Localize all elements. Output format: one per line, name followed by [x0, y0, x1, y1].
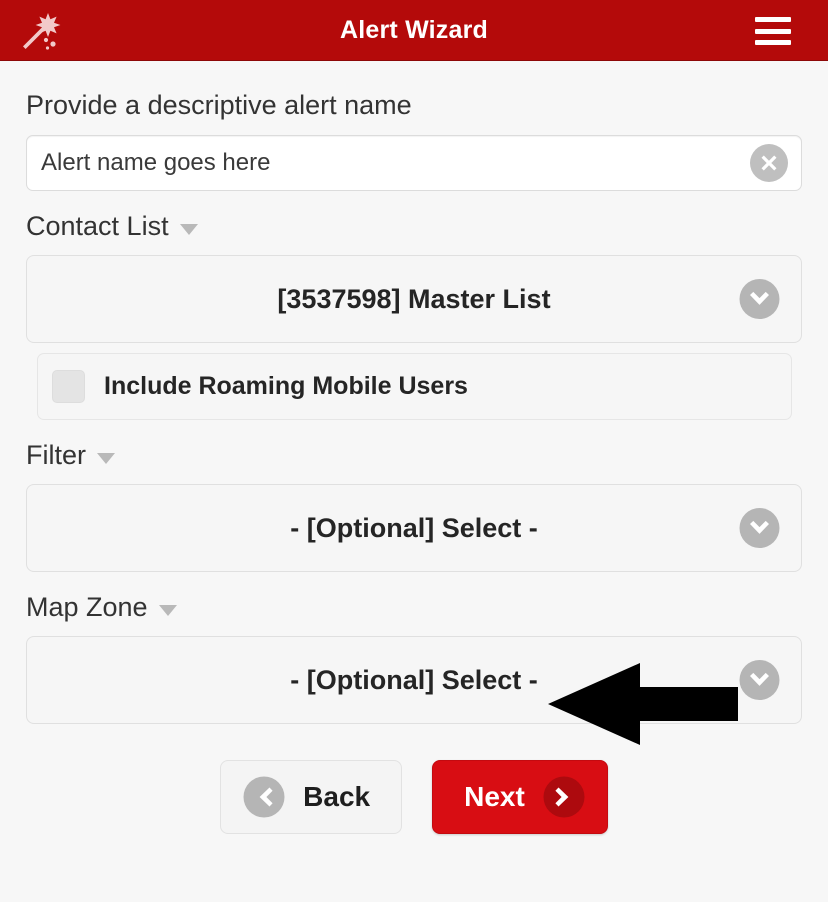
hamburger-menu-icon[interactable]: [755, 17, 791, 45]
alert-name-input-wrap[interactable]: Alert name goes here: [26, 135, 802, 191]
chevron-down-circle-icon[interactable]: [739, 660, 780, 701]
page-title: Alert Wizard: [339, 15, 489, 44]
next-button[interactable]: Next: [432, 760, 608, 834]
filter-label-text: Filter: [26, 440, 86, 470]
back-button[interactable]: Back: [220, 760, 403, 834]
back-button-label: Back: [303, 781, 371, 812]
triangle-down-icon[interactable]: [97, 453, 115, 464]
app-header: Alert Wizard: [0, 0, 828, 61]
triangle-down-icon[interactable]: [179, 224, 198, 235]
map-zone-selected-value: - [Optional] Select -: [290, 664, 538, 695]
filter-selected-value: - [Optional] Select -: [290, 512, 538, 543]
chevron-right-circle-icon: [543, 776, 585, 818]
next-button-label: Next: [464, 781, 525, 812]
alert-name-label: Provide a descriptive alert name: [26, 92, 802, 119]
contact-list-label: Contact List: [26, 213, 802, 240]
wizard-form: Provide a descriptive alert name Alert n…: [0, 92, 828, 834]
map-zone-label: Map Zone: [26, 594, 802, 621]
clear-circle-x-icon[interactable]: [749, 143, 789, 183]
chevron-down-circle-icon[interactable]: [739, 508, 780, 549]
include-roaming-checkbox[interactable]: [52, 370, 85, 403]
wizard-button-row: Back Next: [26, 760, 802, 834]
include-roaming-label: Include Roaming Mobile Users: [104, 372, 468, 400]
contact-list-selected-value: [3537598] Master List: [277, 283, 551, 314]
chevron-left-circle-icon: [243, 776, 285, 818]
contact-list-select[interactable]: [3537598] Master List: [26, 255, 802, 343]
contact-list-label-text: Contact List: [26, 211, 169, 241]
alert-name-label-text: Provide a descriptive alert name: [26, 90, 412, 120]
include-roaming-checkbox-row[interactable]: Include Roaming Mobile Users: [37, 353, 792, 420]
triangle-down-icon[interactable]: [158, 605, 177, 616]
filter-label: Filter: [26, 442, 802, 469]
filter-select[interactable]: - [Optional] Select -: [26, 484, 802, 572]
alert-name-input[interactable]: Alert name goes here: [27, 149, 749, 177]
map-zone-select[interactable]: - [Optional] Select -: [26, 636, 802, 724]
map-zone-label-text: Map Zone: [26, 592, 148, 622]
chevron-down-circle-icon[interactable]: [739, 279, 780, 320]
magic-wand-icon: [16, 7, 64, 55]
